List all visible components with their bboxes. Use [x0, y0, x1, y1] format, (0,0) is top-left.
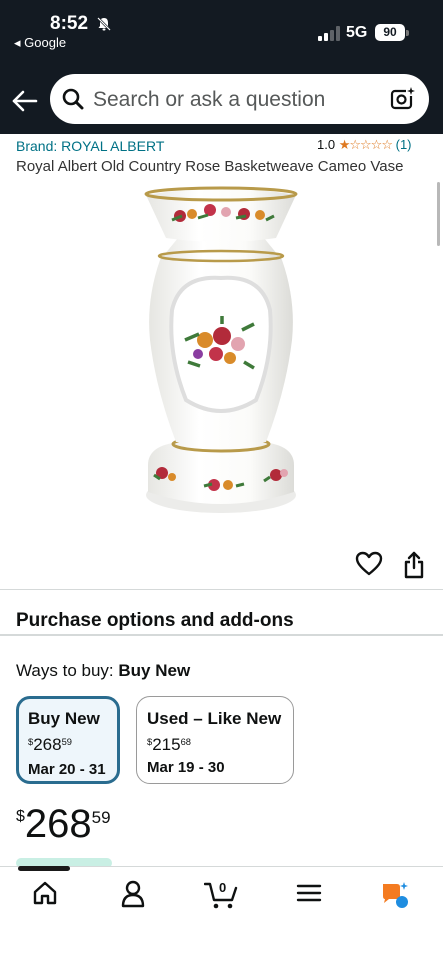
rufus-assistant-icon[interactable] [380, 880, 412, 910]
menu-icon[interactable] [296, 880, 322, 906]
top-header: 8:52 ◂ Google 5G 90 Search or ask a ques… [0, 0, 443, 134]
option-price-cents: 59 [61, 736, 72, 747]
back-to-app-link[interactable]: ◂ Google [14, 35, 66, 51]
rating-summary[interactable]: 1.0 ★☆☆☆☆ (1) [317, 137, 412, 153]
rating-stars: ★☆☆☆☆ [338, 137, 393, 152]
account-icon[interactable] [120, 880, 146, 908]
option-currency: $ [28, 736, 34, 747]
option-title: Buy New [28, 709, 100, 728]
back-arrow-icon[interactable] [10, 86, 40, 116]
option-price-whole: 268 [33, 735, 62, 754]
price-cents: 59 [91, 808, 111, 827]
signal-icon [318, 26, 340, 41]
home-icon[interactable] [32, 880, 58, 906]
divider [0, 589, 443, 590]
rating-count[interactable]: (1) [396, 137, 412, 152]
option-price-whole: 215 [152, 735, 181, 754]
active-tab-indicator [18, 866, 70, 871]
purchase-options-heading: Purchase options and add-ons [16, 610, 294, 631]
product-title: Royal Albert Old Country Rose Basketweav… [16, 158, 404, 175]
divider [0, 634, 443, 636]
option-price: $26859 [28, 735, 72, 755]
search-icon [62, 88, 84, 110]
network-type: 5G [346, 24, 368, 41]
buy-new-option[interactable]: Buy New $26859 Mar 20 - 31 [16, 696, 120, 784]
search-input[interactable]: Search or ask a question [93, 88, 325, 112]
share-icon[interactable] [402, 551, 426, 579]
price-currency: $ [16, 808, 25, 825]
used-like-new-option[interactable]: Used – Like New $21568 Mar 19 - 30 [136, 696, 294, 784]
rating-value: 1.0 [317, 137, 336, 152]
option-currency: $ [147, 736, 153, 747]
ways-to-buy: Ways to buy: Buy New [16, 661, 190, 681]
option-title: Used – Like New [147, 709, 282, 728]
option-delivery-date: Mar 20 - 31 [28, 761, 106, 778]
scroll-indicator[interactable] [437, 182, 440, 246]
option-price-cents: 68 [180, 736, 191, 747]
product-image[interactable] [0, 180, 443, 540]
battery-nub [406, 30, 409, 36]
camera-lens-icon[interactable] [390, 86, 416, 112]
main-price: $26859 [16, 802, 111, 847]
cart-count: 0 [219, 880, 227, 895]
heart-icon[interactable] [355, 551, 383, 577]
battery-level: 90 [383, 25, 397, 39]
status-time: 8:52 [50, 13, 89, 34]
search-bar[interactable]: Search or ask a question [50, 74, 429, 124]
option-price: $21568 [147, 735, 191, 755]
option-delivery-date: Mar 19 - 30 [147, 759, 225, 776]
brand-link[interactable]: Brand: ROYAL ALBERT [16, 138, 164, 154]
battery-icon: 90 [375, 24, 405, 41]
bell-muted-icon [97, 17, 111, 31]
price-whole: 268 [24, 802, 92, 846]
ways-value: Buy New [118, 661, 191, 680]
ways-label: Ways to buy: [16, 661, 114, 680]
